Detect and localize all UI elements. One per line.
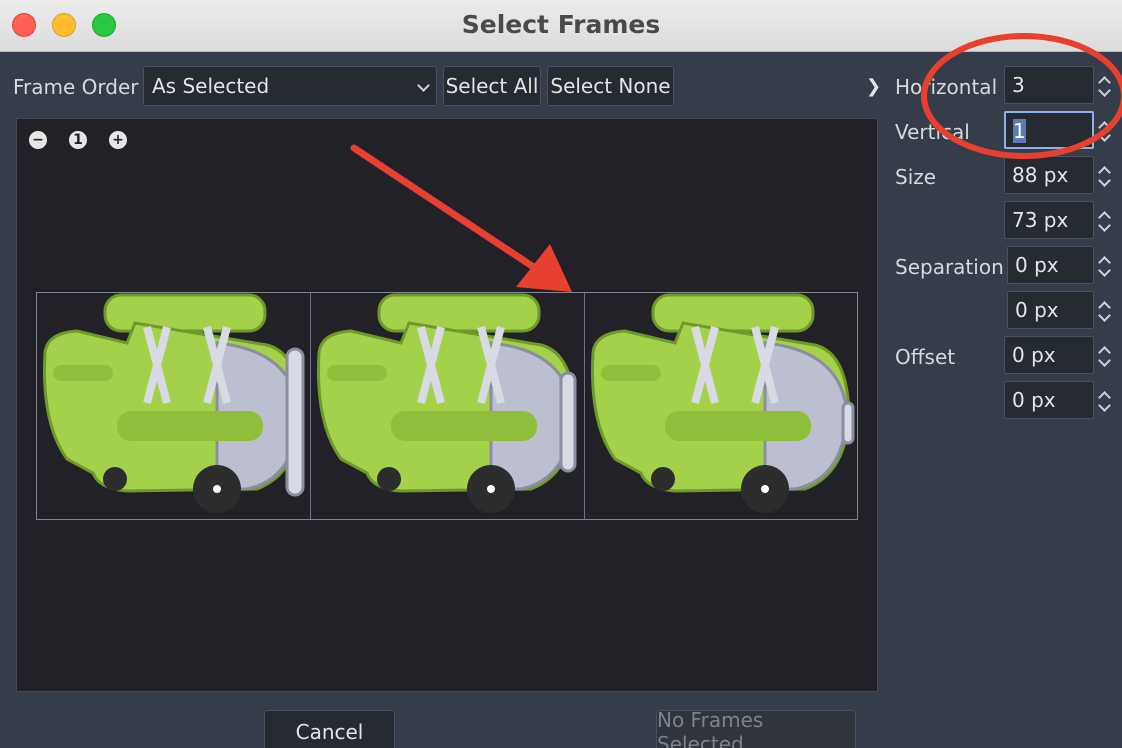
horizontal-field[interactable]: 3	[1004, 66, 1094, 104]
separation-label: Separation	[895, 255, 1004, 279]
frame-order-label: Frame Order	[13, 75, 139, 99]
chevron-down-icon	[417, 79, 430, 92]
frame-order-dropdown[interactable]: As Selected	[143, 66, 437, 106]
cancel-button[interactable]: Cancel	[264, 710, 395, 748]
sprite-frame[interactable]	[311, 293, 585, 519]
size-y-stepper-icon[interactable]	[1097, 210, 1111, 232]
vertical-field[interactable]: 1	[1004, 111, 1094, 149]
offset-y-field[interactable]: 0 px	[1004, 381, 1094, 419]
title-bar: Select Frames	[0, 0, 1122, 52]
offset-x-stepper-icon[interactable]	[1097, 345, 1111, 367]
horizontal-stepper-icon[interactable]	[1097, 75, 1111, 97]
separation-x-stepper-icon[interactable]	[1097, 255, 1111, 277]
vertical-stepper-icon[interactable]	[1097, 120, 1111, 142]
zoom-out-icon[interactable]: −	[29, 131, 47, 149]
zoom-in-icon[interactable]: +	[109, 131, 127, 149]
horizontal-label: Horizontal	[895, 75, 998, 99]
collapse-panel-icon[interactable]: ❯	[866, 76, 881, 97]
size-x-field[interactable]: 88 px	[1004, 156, 1094, 194]
zoom-reset-button[interactable]: 1	[69, 131, 87, 149]
confirm-button[interactable]: No Frames Selected	[656, 708, 856, 748]
sprite-frame[interactable]	[585, 293, 859, 519]
offset-label: Offset	[895, 345, 956, 369]
biplane-sprite-icon	[317, 293, 577, 513]
sprite-frame[interactable]	[37, 293, 311, 519]
offset-y-stepper-icon[interactable]	[1097, 390, 1111, 412]
size-label: Size	[895, 165, 937, 189]
biplane-sprite-icon	[43, 293, 305, 513]
vertical-value: 1	[1013, 119, 1026, 143]
biplane-sprite-icon	[591, 293, 855, 513]
window-title: Select Frames	[461, 10, 661, 39]
separation-y-field[interactable]: 0 px	[1007, 291, 1094, 329]
separation-y-stepper-icon[interactable]	[1097, 300, 1111, 322]
size-x-stepper-icon[interactable]	[1097, 165, 1111, 187]
sprite-sheet	[36, 292, 858, 520]
frames-preview-canvas[interactable]: − 1 +	[16, 118, 878, 692]
vertical-label: Vertical	[895, 120, 970, 144]
separation-x-field[interactable]: 0 px	[1007, 246, 1094, 284]
size-y-field[interactable]: 73 px	[1004, 201, 1094, 239]
offset-x-field[interactable]: 0 px	[1004, 336, 1094, 374]
select-none-button[interactable]: Select None	[547, 66, 674, 106]
frame-order-value: As Selected	[152, 74, 270, 98]
select-all-button[interactable]: Select All	[443, 66, 541, 106]
